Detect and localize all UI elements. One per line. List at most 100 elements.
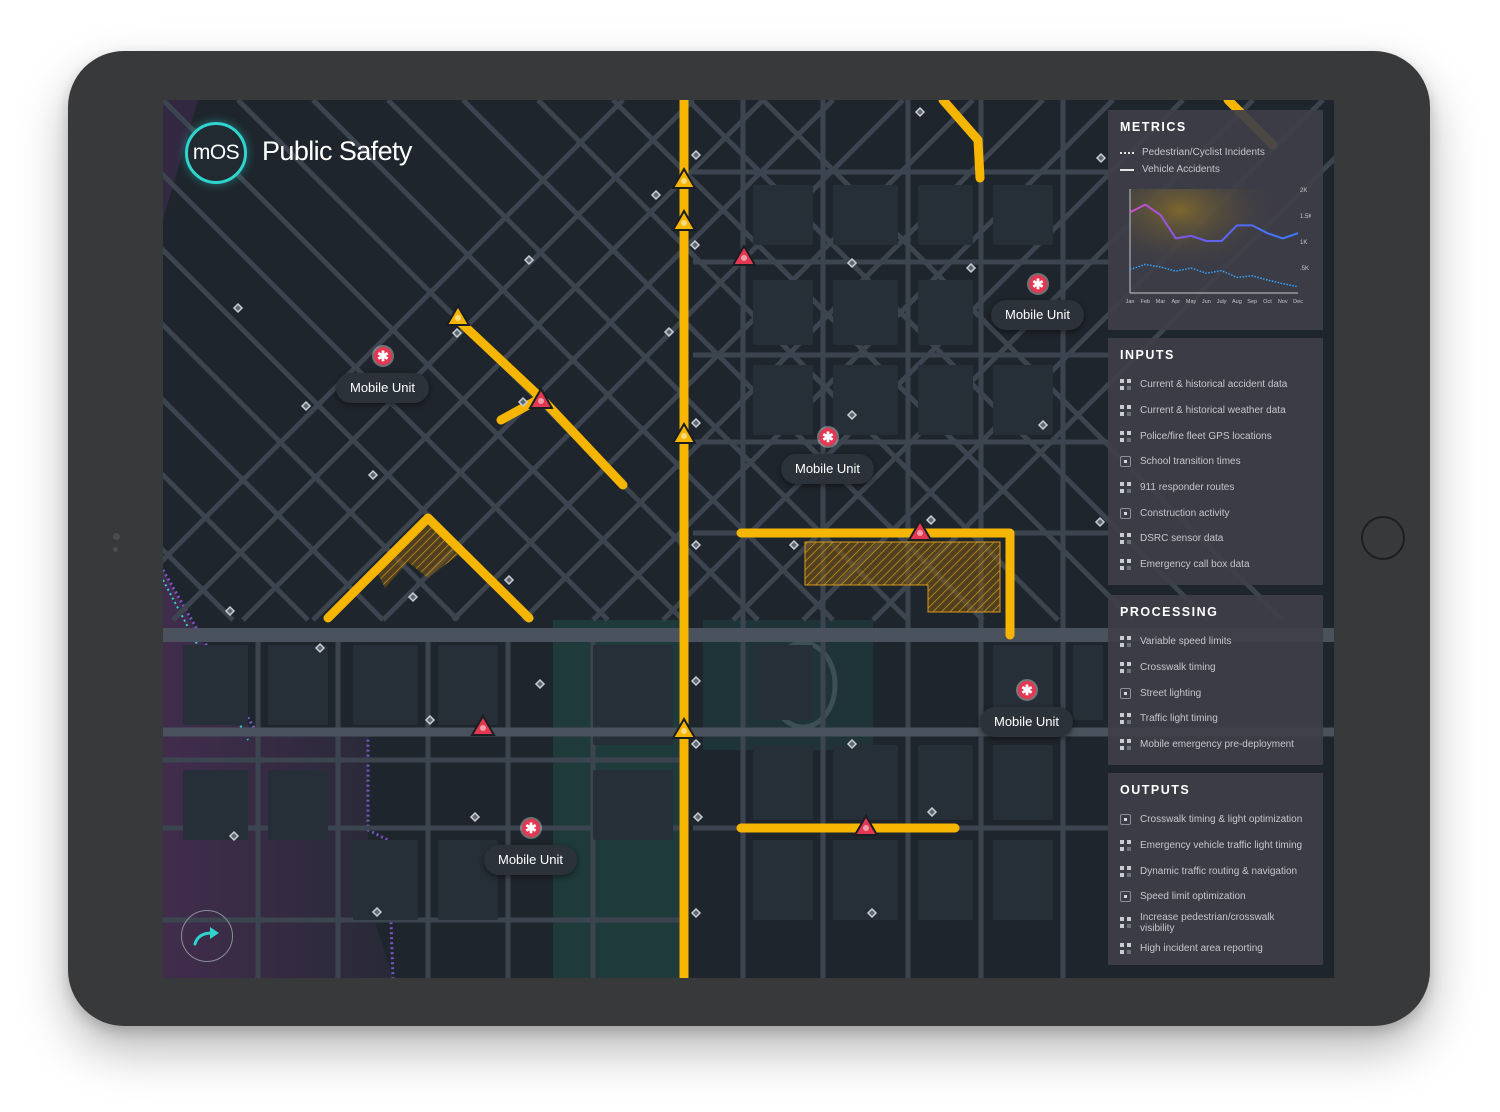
logo-text: mOS xyxy=(192,141,240,164)
grid-icon xyxy=(1120,942,1131,954)
solid-line-icon xyxy=(1120,168,1134,171)
outputs-item[interactable]: Speed limit optimization xyxy=(1120,884,1311,910)
inputs-item[interactable]: 911 responder routes xyxy=(1120,475,1311,501)
mobile-unit-label[interactable]: Mobile Unit xyxy=(484,845,578,875)
outputs-item[interactable]: Crosswalk timing & light optimization xyxy=(1120,807,1311,833)
x-tick-label: Dec xyxy=(1293,299,1303,305)
outputs-item[interactable]: High incident area reporting xyxy=(1120,935,1311,961)
box-icon xyxy=(1120,507,1131,519)
inputs-panel: INPUTS Current & historical accident dat… xyxy=(1108,338,1323,585)
x-tick-label: Apr xyxy=(1172,299,1181,305)
processing-item[interactable]: Mobile emergency pre-deployment xyxy=(1120,732,1311,758)
y-tick-label: 2K xyxy=(1300,188,1307,194)
outputs-item-label: Speed limit optimization xyxy=(1140,891,1246,903)
box-icon xyxy=(1120,456,1131,468)
box-icon xyxy=(1120,814,1131,826)
grid-icon xyxy=(1120,713,1131,725)
mobile-unit-pin[interactable]: ✱ xyxy=(374,347,392,365)
legend-item: Vehicle Accidents xyxy=(1120,161,1311,178)
x-tick-label: Sep xyxy=(1247,299,1257,305)
inputs-item-label: Emergency call box data xyxy=(1140,559,1250,571)
outputs-item-label: Crosswalk timing & light optimization xyxy=(1140,814,1303,826)
inputs-list: Current & historical accident data Curren… xyxy=(1120,372,1311,578)
processing-panel: PROCESSING Variable speed limits Crosswal… xyxy=(1108,595,1323,765)
x-tick-label: Feb xyxy=(1141,299,1150,305)
camera-icon xyxy=(113,533,120,540)
mobile-unit-label[interactable]: Mobile Unit xyxy=(336,373,430,403)
processing-list: Variable speed limits Crosswalk timing Str… xyxy=(1120,629,1311,757)
outputs-item[interactable]: Increase pedestrian/crosswalk visibility xyxy=(1120,910,1311,936)
grid-icon xyxy=(1120,559,1131,571)
inputs-item[interactable]: Construction activity xyxy=(1120,500,1311,526)
processing-item-label: Traffic light timing xyxy=(1140,713,1218,725)
x-tick-label: Mar xyxy=(1156,299,1166,305)
inputs-item-label: DSRC sensor data xyxy=(1140,533,1224,545)
home-button[interactable] xyxy=(1361,516,1405,560)
y-tick-label: 1K xyxy=(1300,240,1307,246)
arrow-curve-icon xyxy=(193,927,219,946)
page-title: Public Safety xyxy=(262,136,412,166)
processing-item-label: Crosswalk timing xyxy=(1140,662,1216,674)
inputs-item[interactable]: Current & historical accident data xyxy=(1120,372,1311,398)
legend-label: Pedestrian/Cyclist Incidents xyxy=(1142,147,1265,158)
outputs-item[interactable]: Emergency vehicle traffic light timing xyxy=(1120,833,1311,859)
app-logo[interactable]: mOS xyxy=(185,122,247,184)
grid-icon xyxy=(1120,379,1131,391)
processing-item-label: Variable speed limits xyxy=(1140,636,1232,648)
mobile-unit-pin[interactable]: ✱ xyxy=(1018,681,1036,699)
box-icon xyxy=(1120,891,1131,903)
legend-label: Vehicle Accidents xyxy=(1142,164,1220,175)
inputs-item[interactable]: School transition times xyxy=(1120,449,1311,475)
x-tick-label: May xyxy=(1186,299,1197,305)
inputs-item[interactable]: Emergency call box data xyxy=(1120,552,1311,578)
mobile-unit-label[interactable]: Mobile Unit xyxy=(980,707,1074,737)
outputs-item[interactable]: Dynamic traffic routing & navigation xyxy=(1120,858,1311,884)
grid-icon xyxy=(1120,739,1131,751)
share-button[interactable] xyxy=(181,910,233,962)
metrics-heading: METRICS xyxy=(1120,120,1187,134)
processing-heading: PROCESSING xyxy=(1120,605,1219,619)
grid-icon xyxy=(1120,662,1131,674)
outputs-item-label: Increase pedestrian/crosswalk visibility xyxy=(1140,911,1275,934)
x-tick-label: Nov xyxy=(1278,299,1288,305)
dotted-line-icon xyxy=(1120,151,1134,154)
grid-icon xyxy=(1120,533,1131,545)
x-tick-label: July xyxy=(1217,299,1227,305)
sensor-icon xyxy=(113,547,118,552)
mobile-unit-pin[interactable]: ✱ xyxy=(819,428,837,446)
mobile-unit-label[interactable]: Mobile Unit xyxy=(991,300,1085,330)
processing-item[interactable]: Traffic light timing xyxy=(1120,706,1311,732)
inputs-item-label: School transition times xyxy=(1140,456,1241,468)
processing-item[interactable]: Street lighting xyxy=(1120,680,1311,706)
inputs-item-label: 911 responder routes xyxy=(1140,482,1235,494)
mobile-unit-label[interactable]: Mobile Unit xyxy=(781,454,875,484)
x-tick-label: Oct xyxy=(1263,299,1272,305)
outputs-item-label: Emergency vehicle traffic light timing xyxy=(1140,840,1303,852)
mobile-unit-pin[interactable]: ✱ xyxy=(522,819,540,837)
metrics-chart: 2K 1.5K 1K .5K Jan Feb Mar Apr May Jun July Aug Sep O… xyxy=(1126,188,1313,305)
grid-icon xyxy=(1120,865,1131,877)
inputs-item[interactable]: DSRC sensor data xyxy=(1120,526,1311,552)
outputs-heading: OUTPUTS xyxy=(1120,783,1191,797)
grid-icon xyxy=(1120,840,1131,852)
grid-icon xyxy=(1120,405,1131,417)
inputs-item[interactable]: Police/fire fleet GPS locations xyxy=(1120,423,1311,449)
x-tick-label: Jan xyxy=(1126,299,1135,305)
inputs-heading: INPUTS xyxy=(1120,348,1175,362)
processing-item-label: Street lighting xyxy=(1140,687,1202,699)
grid-icon xyxy=(1120,430,1131,442)
processing-item[interactable]: Crosswalk timing xyxy=(1120,655,1311,681)
grid-icon xyxy=(1120,917,1131,929)
app-screen: mOS Public Safety ✱ Mobile Unit ✱ Mobile… xyxy=(163,100,1334,978)
y-tick-label: 1.5K xyxy=(1300,214,1311,220)
mobile-unit-pin[interactable]: ✱ xyxy=(1029,275,1047,293)
grid-icon xyxy=(1120,636,1131,648)
outputs-item-label: High incident area reporting xyxy=(1140,942,1263,954)
processing-item[interactable]: Variable speed limits xyxy=(1120,629,1311,655)
legend-item: Pedestrian/Cyclist Incidents xyxy=(1120,144,1311,161)
inputs-item[interactable]: Current & historical weather data xyxy=(1120,398,1311,424)
processing-item-label: Mobile emergency pre-deployment xyxy=(1140,739,1294,751)
y-tick-label: .5K xyxy=(1300,266,1309,272)
outputs-panel: OUTPUTS Crosswalk timing & light optimiz… xyxy=(1108,773,1323,965)
box-icon xyxy=(1120,687,1131,699)
